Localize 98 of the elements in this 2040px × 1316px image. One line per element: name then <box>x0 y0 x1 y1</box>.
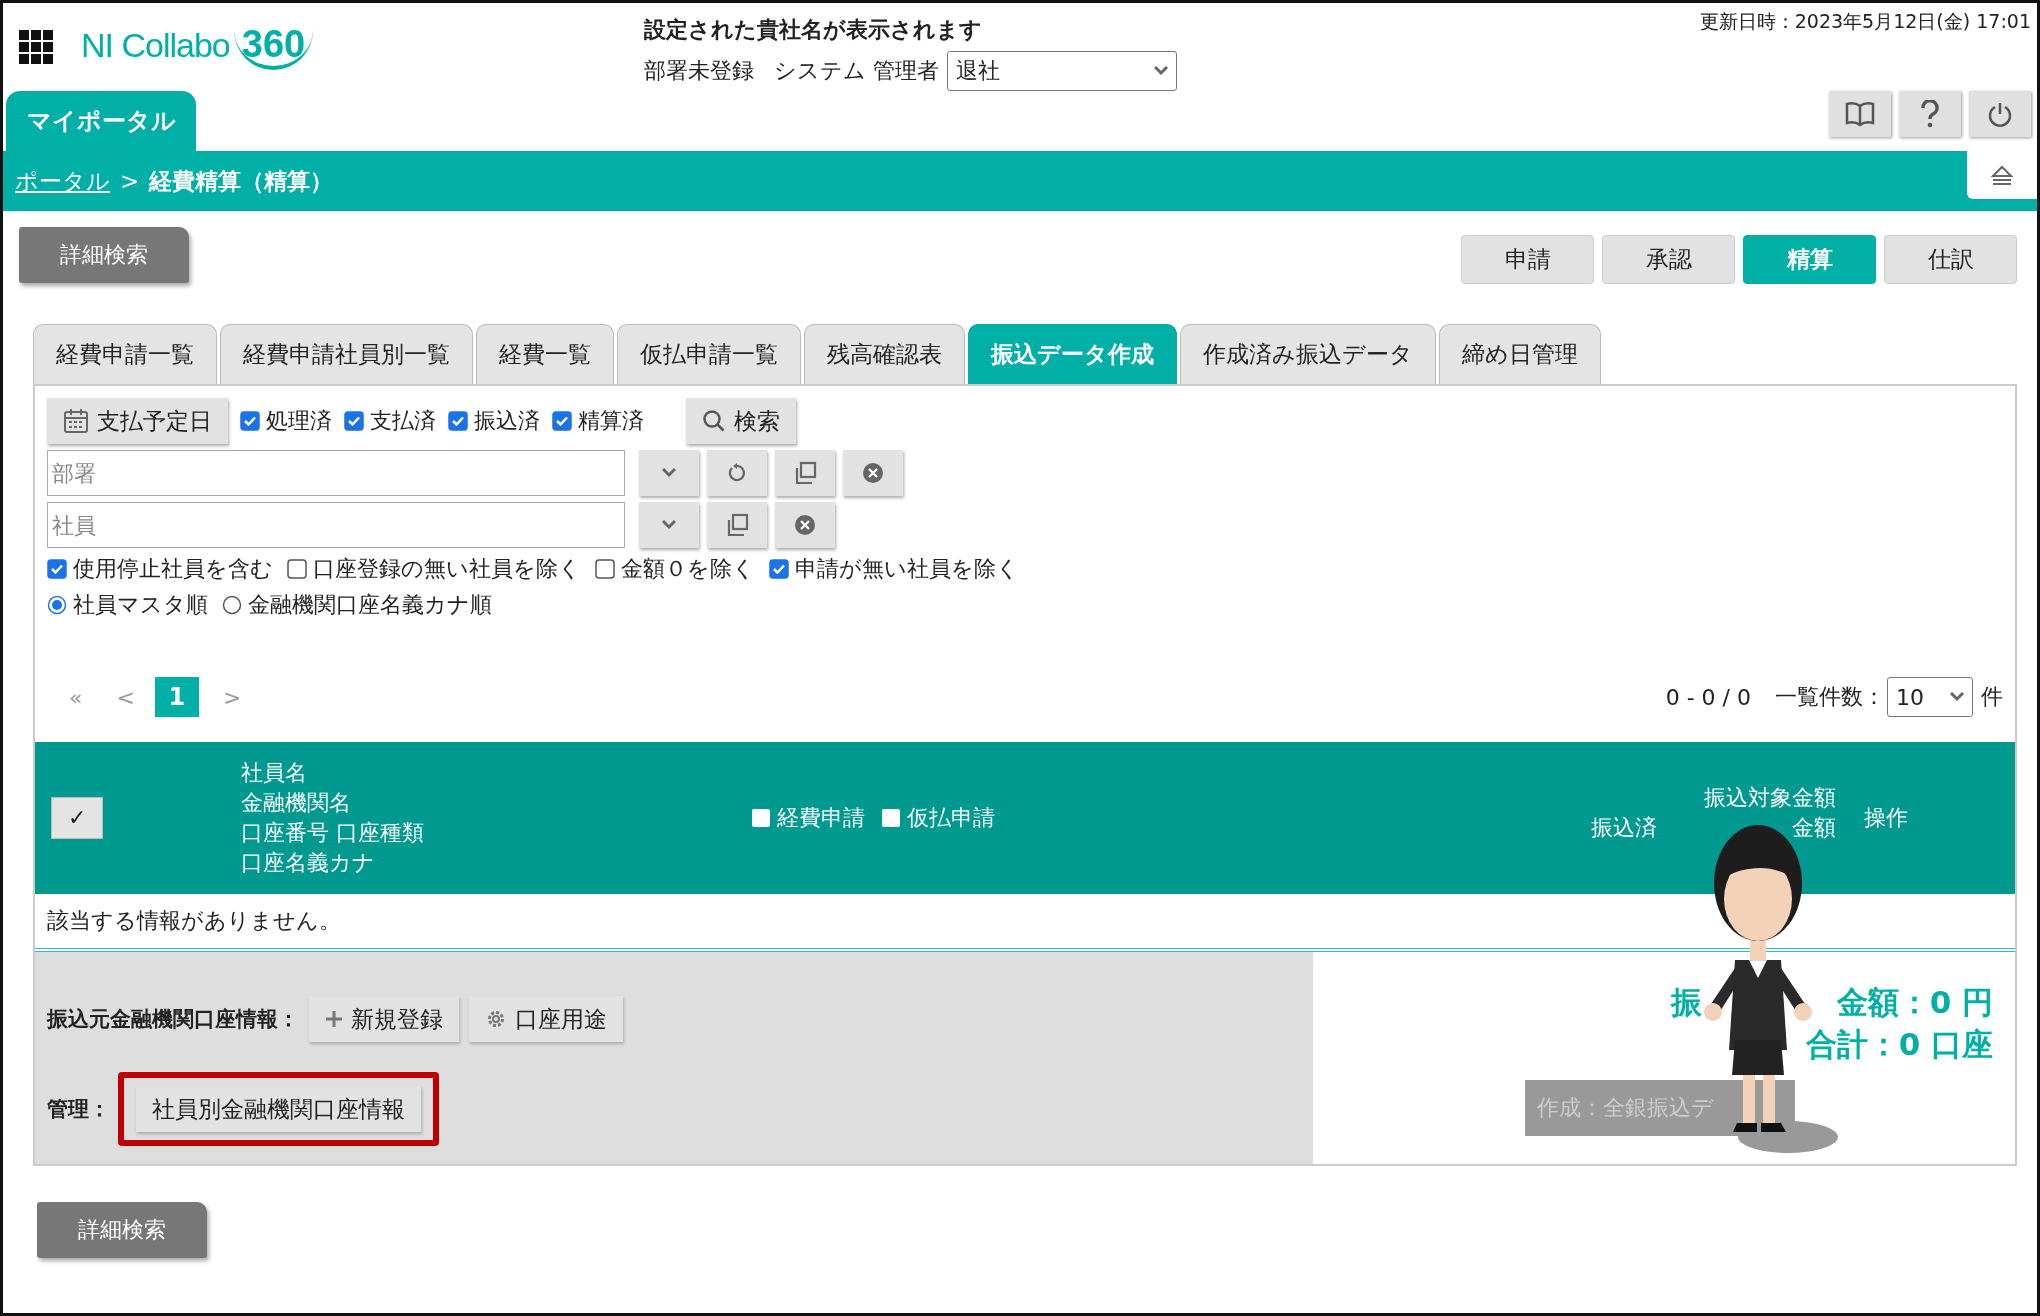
checkbox[interactable] <box>287 559 307 579</box>
clear-button[interactable] <box>775 502 835 548</box>
clear-button[interactable] <box>843 450 903 496</box>
tab[interactable]: 経費申請一覧 <box>33 324 217 384</box>
checkbox[interactable] <box>751 808 771 828</box>
department-field[interactable]: 部署 <box>47 450 625 496</box>
checked-checkbox[interactable] <box>47 559 67 579</box>
app-grid-icon[interactable] <box>19 29 53 64</box>
clear-icon <box>794 514 816 536</box>
checkbox-label: 金額０を除く <box>621 555 755 583</box>
checkbox[interactable] <box>881 808 901 828</box>
checked-checkbox[interactable] <box>769 559 789 579</box>
total-accounts: 合計：0 口座 <box>1805 1025 1993 1064</box>
breadcrumb-current: 経費精算（精算） <box>149 166 334 196</box>
gear-icon <box>485 1008 507 1030</box>
per-page-label: 一覧件数： <box>1775 683 1885 711</box>
column-heading: 操作 <box>1864 804 1908 832</box>
caret-icon <box>662 520 676 530</box>
tab[interactable]: 仮払申請一覧 <box>617 324 801 384</box>
department-label: 部署未登録 <box>644 57 754 85</box>
select-all-button[interactable]: ✓ <box>51 797 103 839</box>
total-amount: 振 <box>1670 983 1702 1022</box>
company-name: 設定された貴社名が表示されます <box>644 16 983 44</box>
user-name: システム 管理者 <box>774 57 939 85</box>
logo-number: 360 <box>233 23 314 70</box>
checkbox[interactable] <box>595 559 615 579</box>
reset-button[interactable] <box>707 450 767 496</box>
per-page-select[interactable]: 10 <box>1887 677 1973 717</box>
calendar-icon <box>63 408 89 434</box>
tab[interactable]: 経費申請社員別一覧 <box>220 324 473 384</box>
column-heading: 口座番号 口座種類 <box>241 819 425 847</box>
column-heading: 仮払申請 <box>907 804 995 832</box>
reset-icon <box>726 462 748 484</box>
manage-label: 管理： <box>47 1096 110 1123</box>
column-heading: 金融機関名 <box>241 789 352 817</box>
status-select[interactable]: 退社 <box>947 51 1177 91</box>
copy-icon <box>725 513 749 537</box>
search-icon <box>702 409 726 433</box>
empty-message: 該当する情報がありません。 <box>47 907 341 935</box>
search-button[interactable]: 検索 <box>686 398 796 444</box>
mode-button[interactable]: 申請 <box>1461 235 1594 284</box>
caret-icon <box>1950 692 1964 702</box>
book-icon <box>1845 101 1875 127</box>
mode-button[interactable]: 承認 <box>1602 235 1735 284</box>
radio-button[interactable] <box>47 595 67 615</box>
eject-icon <box>1991 165 2013 185</box>
mode-button[interactable]: 仕訳 <box>1884 235 2017 284</box>
breadcrumb-separator: > <box>120 168 140 194</box>
total-amount: 金額：0 円 <box>1836 983 1993 1022</box>
checked-checkbox[interactable] <box>344 411 364 431</box>
checkbox-label: 申請が無い社員を除く <box>795 555 1019 583</box>
collapse-button[interactable] <box>1967 151 2037 199</box>
checked-checkbox[interactable] <box>448 411 468 431</box>
detail-search-button[interactable]: 詳細検索 <box>19 227 189 283</box>
per-page-unit: 件 <box>1981 683 2003 711</box>
logo-text: NI Collabo <box>81 26 230 65</box>
payment-date-button[interactable]: 支払予定日 <box>47 398 228 444</box>
tab[interactable]: 経費一覧 <box>476 324 614 384</box>
employee-accounts-button[interactable]: 社員別金融機関口座情報 <box>136 1086 421 1132</box>
account-label: 振込元金融機関口座情報： <box>47 1006 299 1033</box>
radio-label: 社員マスタ順 <box>73 591 208 619</box>
radio-label: 金融機関口座名義カナ順 <box>248 591 492 619</box>
help-icon <box>1920 100 1940 128</box>
logout-button[interactable] <box>1969 91 2031 137</box>
checkbox-label: 使用停止社員を含む <box>73 555 273 583</box>
column-heading: 経費申請 <box>777 804 865 832</box>
caret-icon <box>1154 66 1168 76</box>
checked-checkbox[interactable] <box>240 411 260 431</box>
help-button[interactable] <box>1899 91 1961 137</box>
power-icon <box>1987 101 2013 127</box>
account-purpose-button[interactable]: 口座用途 <box>469 996 623 1042</box>
tab[interactable]: 残高確認表 <box>804 324 965 384</box>
result-range: 0 - 0 / 0 <box>1665 684 1751 710</box>
employee-field[interactable]: 社員 <box>47 502 625 548</box>
copy-button[interactable] <box>775 450 835 496</box>
updated-time: 更新日時：2023年5月12日(金) 17:01 <box>1699 9 2031 34</box>
column-heading: 振込対象金額 <box>1704 784 1836 812</box>
plus-icon <box>325 1010 343 1028</box>
radio-button[interactable] <box>222 595 242 615</box>
column-heading: 金額 <box>1792 814 1836 842</box>
checkbox-label: 口座登録の無い社員を除く <box>313 555 581 583</box>
manual-button[interactable] <box>1829 91 1891 137</box>
tab[interactable]: 作成済み振込データ <box>1180 324 1436 384</box>
checkbox-label: 精算済 <box>578 407 644 435</box>
clear-icon <box>862 462 884 484</box>
detail-search-button[interactable]: 詳細検索 <box>37 1202 207 1258</box>
tab[interactable]: 締め日管理 <box>1439 324 1601 384</box>
copy-button[interactable] <box>707 502 767 548</box>
checked-checkbox[interactable] <box>552 411 572 431</box>
checkbox-label: 振込済 <box>474 407 540 435</box>
caret-icon <box>662 468 676 478</box>
copy-icon <box>793 461 817 485</box>
new-registration-button[interactable]: 新規登録 <box>309 996 459 1042</box>
column-heading: 口座名義カナ <box>241 849 376 877</box>
column-heading: 振込済 <box>1591 814 1657 842</box>
column-heading: 社員名 <box>241 759 308 787</box>
checkbox-label: 支払済 <box>370 407 436 435</box>
checkbox-label: 処理済 <box>266 407 332 435</box>
